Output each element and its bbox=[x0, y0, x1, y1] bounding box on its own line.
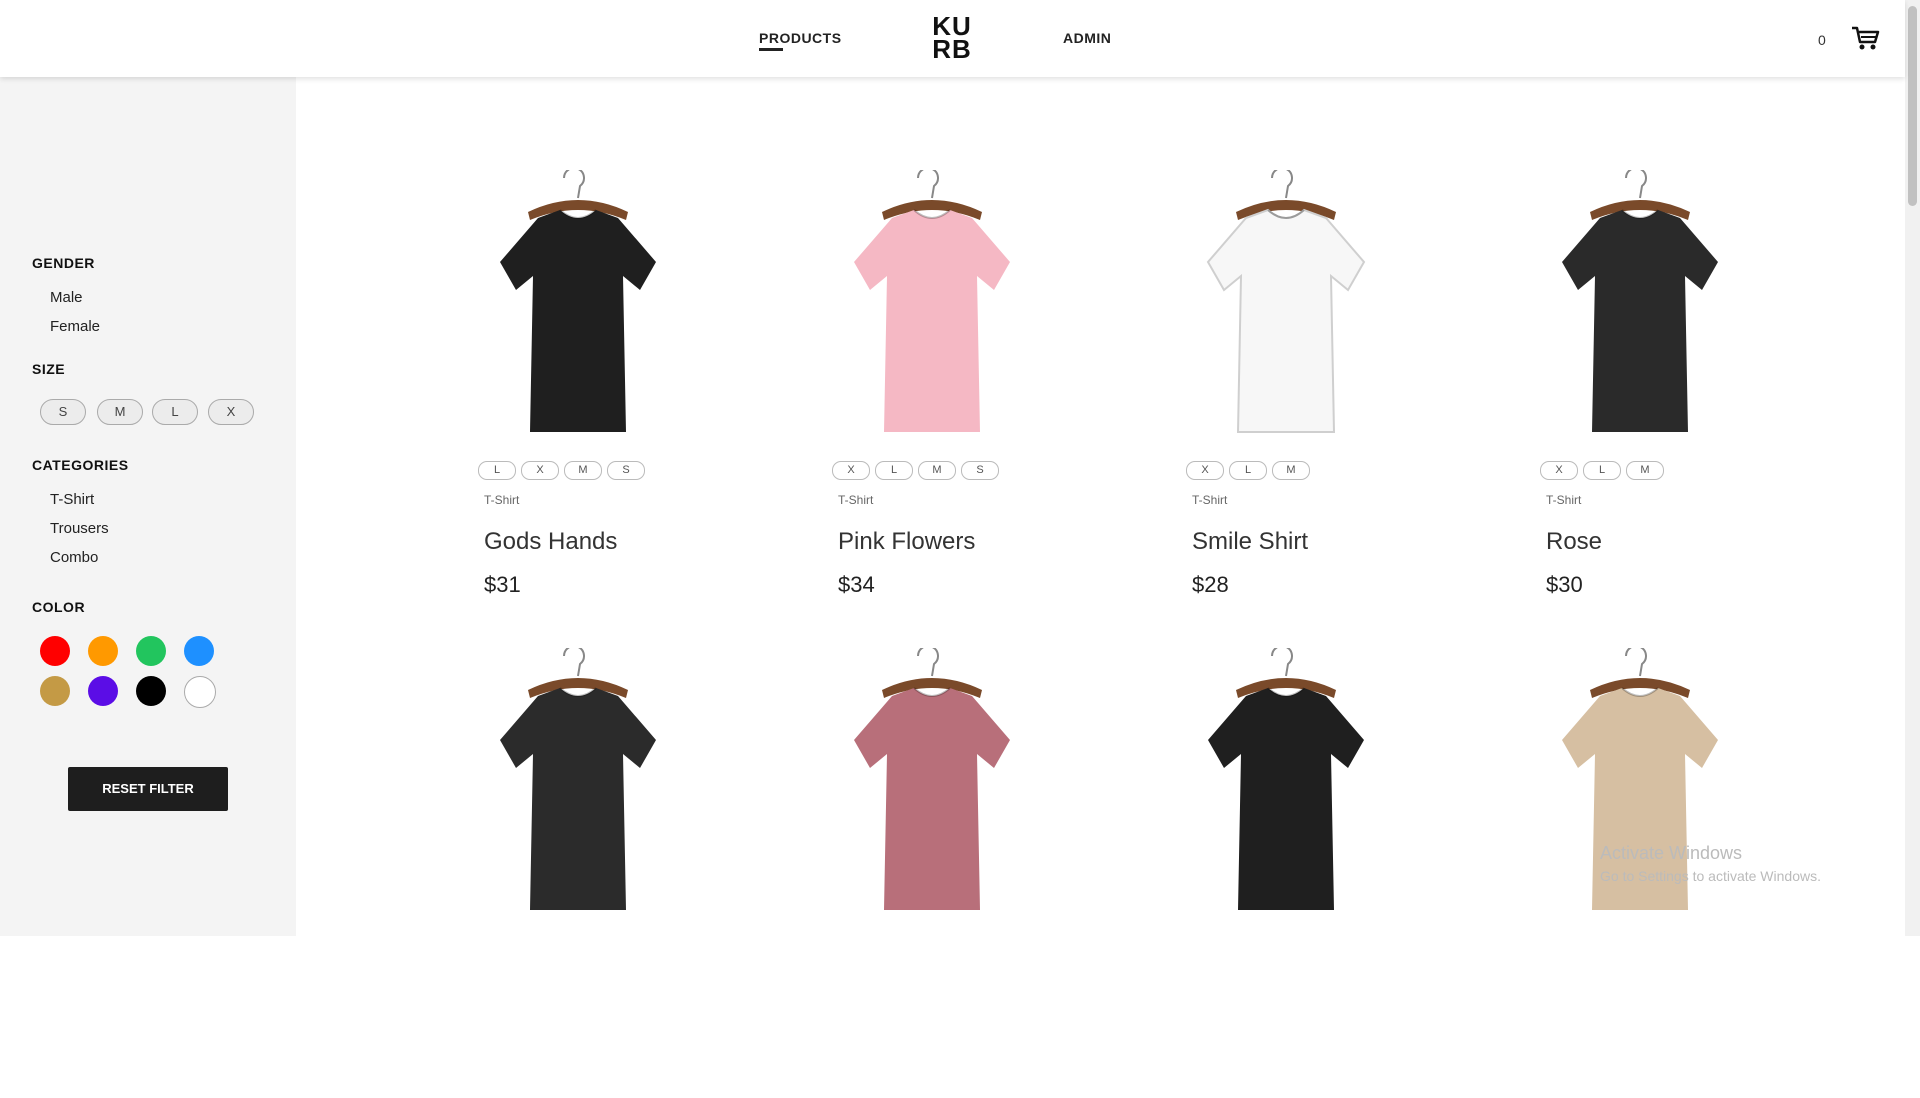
cart-icon[interactable] bbox=[1850, 24, 1880, 52]
size-filter-x[interactable]: X bbox=[208, 399, 254, 425]
product-size-badge[interactable]: L bbox=[1229, 461, 1267, 480]
product-card[interactable]: X L M T-Shirt Smile Shirt $28 bbox=[1176, 170, 1476, 620]
top-header: PRODUCTS KU RB ADMIN 0 bbox=[0, 0, 1905, 77]
size-filter-s[interactable]: S bbox=[40, 399, 86, 425]
product-image[interactable] bbox=[1530, 648, 1750, 928]
product-image[interactable] bbox=[1530, 170, 1750, 450]
product-card[interactable] bbox=[1530, 648, 1830, 1098]
size-title: SIZE bbox=[32, 361, 66, 377]
product-price: $31 bbox=[484, 572, 521, 597]
product-size-badge[interactable]: L bbox=[1583, 461, 1621, 480]
product-size-badge[interactable]: X bbox=[1540, 461, 1578, 480]
product-card[interactable]: L X M S T-Shirt Gods Hands $31 bbox=[468, 170, 768, 620]
product-card[interactable] bbox=[822, 648, 1122, 1098]
gender-title: GENDER bbox=[32, 255, 95, 271]
color-swatch[interactable] bbox=[184, 676, 216, 708]
product-size-badge[interactable]: X bbox=[521, 461, 559, 480]
product-category: T-Shirt bbox=[1546, 493, 1582, 507]
product-sizes: XLM bbox=[1186, 461, 1310, 480]
gender-option-female[interactable]: Female bbox=[50, 318, 100, 335]
nav-products-link[interactable]: PRODUCTS bbox=[759, 30, 842, 46]
color-title: COLOR bbox=[32, 599, 86, 615]
color-swatch[interactable] bbox=[40, 636, 70, 666]
color-swatch[interactable] bbox=[88, 676, 118, 706]
logo[interactable]: KU RB bbox=[930, 13, 974, 64]
product-image[interactable] bbox=[822, 170, 1042, 450]
product-size-badge[interactable]: M bbox=[1626, 461, 1664, 480]
product-size-badge[interactable]: L bbox=[478, 461, 516, 480]
product-category: T-Shirt bbox=[1192, 493, 1228, 507]
category-option-trousers[interactable]: Trousers bbox=[50, 520, 109, 537]
categories-title: CATEGORIES bbox=[32, 457, 129, 473]
scrollbar-thumb[interactable] bbox=[1908, 6, 1917, 206]
nav-active-underline bbox=[759, 48, 783, 51]
product-name[interactable]: Gods Hands bbox=[484, 528, 617, 556]
size-filter-m[interactable]: M bbox=[97, 399, 143, 425]
product-category: T-Shirt bbox=[484, 493, 520, 507]
product-size-badge[interactable]: S bbox=[607, 461, 645, 480]
logo-bottom: RB bbox=[932, 34, 972, 64]
color-swatch[interactable] bbox=[136, 636, 166, 666]
product-sizes: XLM bbox=[1540, 461, 1664, 480]
product-image[interactable] bbox=[468, 170, 688, 450]
product-card[interactable]: X L M T-Shirt Rose $30 bbox=[1530, 170, 1830, 620]
category-option-tshirt[interactable]: T-Shirt bbox=[50, 491, 94, 508]
product-price: $28 bbox=[1192, 572, 1229, 597]
reset-filter-button[interactable]: RESET FILTER bbox=[68, 767, 228, 811]
product-image[interactable] bbox=[1176, 648, 1396, 928]
size-filter-l[interactable]: L bbox=[152, 399, 198, 425]
color-swatch[interactable] bbox=[88, 636, 118, 666]
product-size-badge[interactable]: M bbox=[918, 461, 956, 480]
product-sizes: XLMS bbox=[832, 461, 999, 480]
product-size-badge[interactable]: M bbox=[564, 461, 602, 480]
product-size-badge[interactable]: X bbox=[1186, 461, 1224, 480]
product-sizes: LXMS bbox=[478, 461, 645, 480]
product-size-badge[interactable]: L bbox=[875, 461, 913, 480]
color-swatch[interactable] bbox=[136, 676, 166, 706]
cart-count: 0 bbox=[1818, 32, 1826, 48]
page-scrollbar[interactable] bbox=[1905, 0, 1920, 936]
product-size-badge[interactable]: S bbox=[961, 461, 999, 480]
product-name[interactable]: Pink Flowers bbox=[838, 528, 975, 556]
product-name[interactable]: Smile Shirt bbox=[1192, 528, 1308, 556]
product-card[interactable] bbox=[1176, 648, 1476, 1098]
product-size-badge[interactable]: M bbox=[1272, 461, 1310, 480]
product-name[interactable]: Rose bbox=[1546, 528, 1602, 556]
product-size-badge[interactable]: X bbox=[832, 461, 870, 480]
color-swatch[interactable] bbox=[40, 676, 70, 706]
category-option-combo[interactable]: Combo bbox=[50, 549, 98, 566]
nav-admin-link[interactable]: ADMIN bbox=[1063, 30, 1111, 46]
product-image[interactable] bbox=[468, 648, 688, 928]
filter-sidebar: GENDER Male Female SIZE S M L X CATEGORI… bbox=[0, 77, 296, 936]
product-price: $30 bbox=[1546, 572, 1583, 597]
product-image[interactable] bbox=[822, 648, 1042, 928]
gender-option-male[interactable]: Male bbox=[50, 289, 83, 306]
product-card[interactable]: X L M S T-Shirt Pink Flowers $34 bbox=[822, 170, 1122, 620]
color-swatch[interactable] bbox=[184, 636, 214, 666]
product-image[interactable] bbox=[1176, 170, 1396, 450]
product-category: T-Shirt bbox=[838, 493, 874, 507]
product-price: $34 bbox=[838, 572, 875, 597]
product-card[interactable] bbox=[468, 648, 768, 1098]
